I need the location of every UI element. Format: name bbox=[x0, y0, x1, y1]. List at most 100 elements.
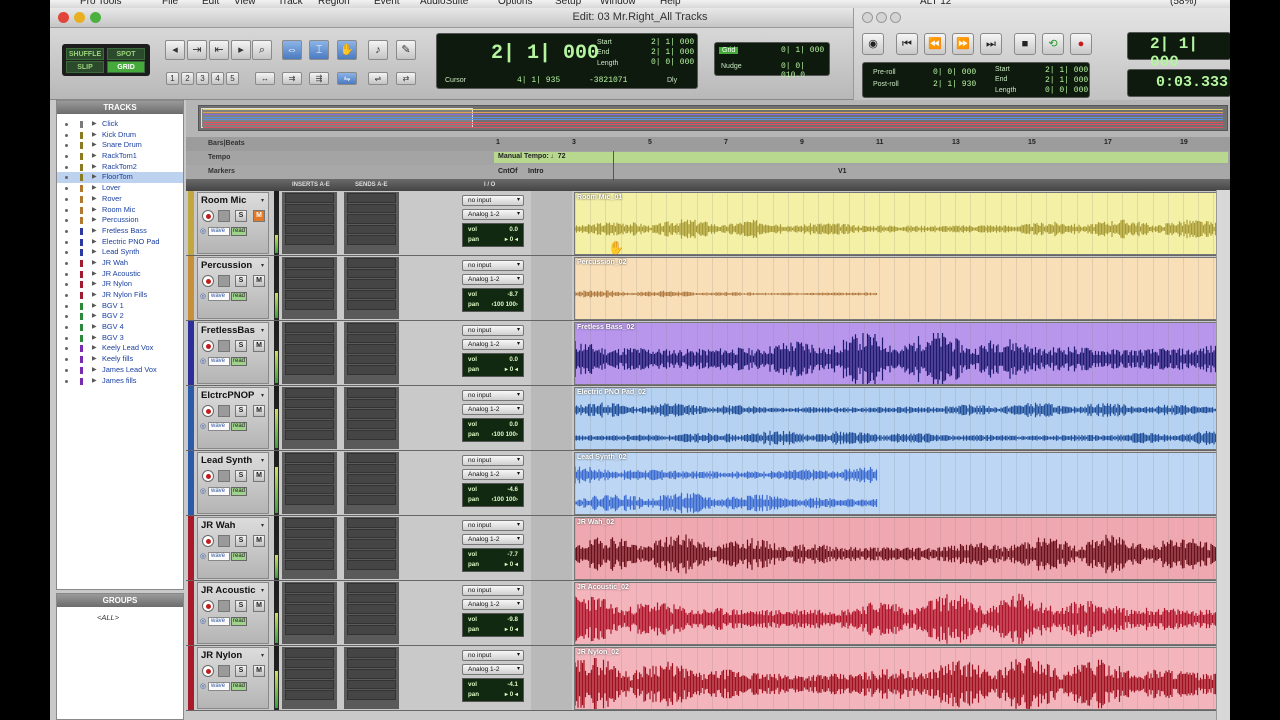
insert-slot[interactable] bbox=[285, 193, 334, 203]
send-slot[interactable] bbox=[347, 419, 396, 429]
audio-region[interactable]: Fretless Bass_02 bbox=[574, 322, 1230, 385]
send-slot[interactable] bbox=[347, 354, 396, 364]
grid-label[interactable]: Grid bbox=[719, 47, 739, 54]
edit-tool-icon-1[interactable]: ↔ bbox=[255, 72, 275, 85]
input-monitor-button[interactable] bbox=[218, 210, 230, 222]
track-show-dot-icon[interactable] bbox=[65, 347, 68, 351]
input-selector[interactable]: no input bbox=[462, 390, 524, 401]
send-slot[interactable] bbox=[347, 193, 396, 203]
transport-start-value[interactable]: 2| 1| 000 bbox=[1045, 66, 1088, 75]
track-list-item[interactable]: ▶ FloorTom bbox=[57, 172, 183, 184]
insertion-follows-button[interactable]: ⇄ bbox=[396, 72, 416, 85]
postroll-label[interactable]: Post-roll bbox=[873, 81, 899, 88]
automation-mode-selector[interactable]: read bbox=[231, 682, 247, 691]
track-list-item[interactable]: ▶ Click bbox=[57, 119, 183, 130]
pan-value[interactable]: ▸ 0 ◂ bbox=[505, 691, 518, 698]
insert-slot[interactable] bbox=[285, 690, 334, 700]
zoom-out-horizontal-button[interactable]: ◂ bbox=[165, 40, 185, 60]
solo-button[interactable]: S bbox=[235, 535, 247, 547]
link-track-button[interactable]: ⇌ bbox=[368, 72, 388, 85]
pan-value[interactable]: ▸ 0 ◂ bbox=[505, 561, 518, 568]
send-slot[interactable] bbox=[347, 365, 396, 375]
zoom-midi-button[interactable]: ⇤ bbox=[209, 40, 229, 60]
send-slot[interactable] bbox=[347, 289, 396, 299]
volume-value[interactable]: -8.7 bbox=[507, 291, 518, 298]
track-list-item[interactable]: ▶ James fills bbox=[57, 376, 183, 387]
automation-mode-selector[interactable]: read bbox=[231, 552, 247, 561]
track-show-dot-icon[interactable] bbox=[65, 358, 68, 362]
send-slot[interactable] bbox=[347, 430, 396, 440]
solo-button[interactable]: S bbox=[235, 405, 247, 417]
track-show-dot-icon[interactable] bbox=[65, 315, 68, 319]
output-selector[interactable]: Analog 1-2 bbox=[462, 404, 524, 415]
preroll-label[interactable]: Pre-roll bbox=[873, 69, 896, 76]
pan-value[interactable]: ▸ 0 ◂ bbox=[505, 366, 518, 373]
track-view-circle-icon[interactable]: ◎ bbox=[200, 357, 206, 365]
input-monitor-button[interactable] bbox=[218, 405, 230, 417]
track-list-item[interactable]: ▶ Kick Drum bbox=[57, 130, 183, 141]
track-show-dot-icon[interactable] bbox=[65, 123, 68, 126]
nudge-value[interactable]: 0| 0| 010.0 bbox=[781, 62, 829, 80]
track-list-item[interactable]: ▶ JR Nylon bbox=[57, 279, 183, 290]
input-selector[interactable]: no input bbox=[462, 455, 524, 466]
insert-slot[interactable] bbox=[285, 224, 334, 234]
track-view-selector[interactable]: wave bbox=[208, 487, 230, 496]
rewind-icon[interactable]: ⏪ bbox=[924, 33, 946, 55]
audio-region[interactable]: Electric PNO Pad_02 bbox=[574, 387, 1230, 450]
insert-slot[interactable] bbox=[285, 495, 334, 505]
volume-value[interactable]: -9.8 bbox=[507, 616, 518, 623]
return-to-zero-icon[interactable]: ⏮ bbox=[896, 33, 918, 55]
insert-slot[interactable] bbox=[285, 528, 334, 538]
track-menu-chevron-icon[interactable]: ▾ bbox=[261, 327, 264, 334]
track-name[interactable]: Lead Synth bbox=[201, 455, 252, 466]
send-slot[interactable] bbox=[347, 323, 396, 333]
send-slot[interactable] bbox=[347, 474, 396, 484]
insert-slot[interactable] bbox=[285, 388, 334, 398]
send-slot[interactable] bbox=[347, 528, 396, 538]
record-enable-button[interactable] bbox=[202, 405, 214, 417]
volume-value[interactable]: -4.1 bbox=[507, 681, 518, 688]
record-enable-button[interactable] bbox=[202, 665, 214, 677]
fast-forward-icon[interactable]: ⏩ bbox=[952, 33, 974, 55]
input-monitor-button[interactable] bbox=[218, 600, 230, 612]
mute-button[interactable]: M bbox=[253, 470, 265, 482]
track-list-item[interactable]: ▶ JR Nylon Fills bbox=[57, 290, 183, 301]
track-view-circle-icon[interactable]: ◎ bbox=[200, 487, 206, 495]
track-list-item[interactable]: ▶ BGV 1 bbox=[57, 301, 183, 312]
input-selector[interactable]: no input bbox=[462, 650, 524, 661]
track-show-dot-icon[interactable] bbox=[65, 261, 68, 265]
menu-item[interactable]: AudioSuite bbox=[420, 0, 468, 7]
audio-region[interactable]: JR Wah_02 bbox=[574, 517, 1230, 580]
track-list-item[interactable]: ▶ BGV 4 bbox=[57, 322, 183, 333]
grid-mode-button[interactable]: GRID bbox=[107, 61, 145, 73]
audio-region[interactable]: JR Nylon_02 bbox=[574, 647, 1230, 710]
audio-region[interactable]: JR Acoustic_02 bbox=[574, 582, 1230, 645]
send-slot[interactable] bbox=[347, 484, 396, 494]
pan-value[interactable]: ‹100 100› bbox=[492, 431, 519, 438]
main-counter-value[interactable]: 2| 1| 000 bbox=[491, 42, 599, 65]
insert-slot[interactable] bbox=[285, 658, 334, 668]
track-list-item[interactable]: ▶ BGV 2 bbox=[57, 311, 183, 322]
solo-button[interactable]: S bbox=[235, 470, 247, 482]
mute-button[interactable]: M bbox=[253, 600, 265, 612]
grabber-tool-button[interactable]: ✋ bbox=[337, 40, 357, 60]
mute-button[interactable]: M bbox=[253, 405, 265, 417]
insert-slot[interactable] bbox=[285, 430, 334, 440]
audio-region[interactable]: Room Mic_01 bbox=[574, 192, 1230, 255]
volume-value[interactable]: -4.6 bbox=[507, 486, 518, 493]
track-list-item[interactable]: ▶ Electric PNO Pad bbox=[57, 237, 183, 248]
output-selector[interactable]: Analog 1-2 bbox=[462, 664, 524, 675]
zoom-preset-button[interactable]: 3 bbox=[196, 72, 209, 85]
track-view-selector[interactable]: wave bbox=[208, 292, 230, 301]
send-slot[interactable] bbox=[347, 344, 396, 354]
stop-icon[interactable]: ■ bbox=[1014, 33, 1036, 55]
menu-item[interactable]: Region bbox=[318, 0, 350, 7]
insert-slot[interactable] bbox=[285, 344, 334, 354]
insert-slot[interactable] bbox=[285, 539, 334, 549]
track-view-circle-icon[interactable]: ◎ bbox=[200, 617, 206, 625]
track-name-block[interactable]: JR Nylon ▾ S M ◎ wave read bbox=[197, 647, 269, 709]
output-selector[interactable]: Analog 1-2 bbox=[462, 469, 524, 480]
track-view-circle-icon[interactable]: ◎ bbox=[200, 552, 206, 560]
transport-end-value[interactable]: 2| 1| 000 bbox=[1045, 76, 1088, 85]
track-show-dot-icon[interactable] bbox=[65, 197, 68, 201]
